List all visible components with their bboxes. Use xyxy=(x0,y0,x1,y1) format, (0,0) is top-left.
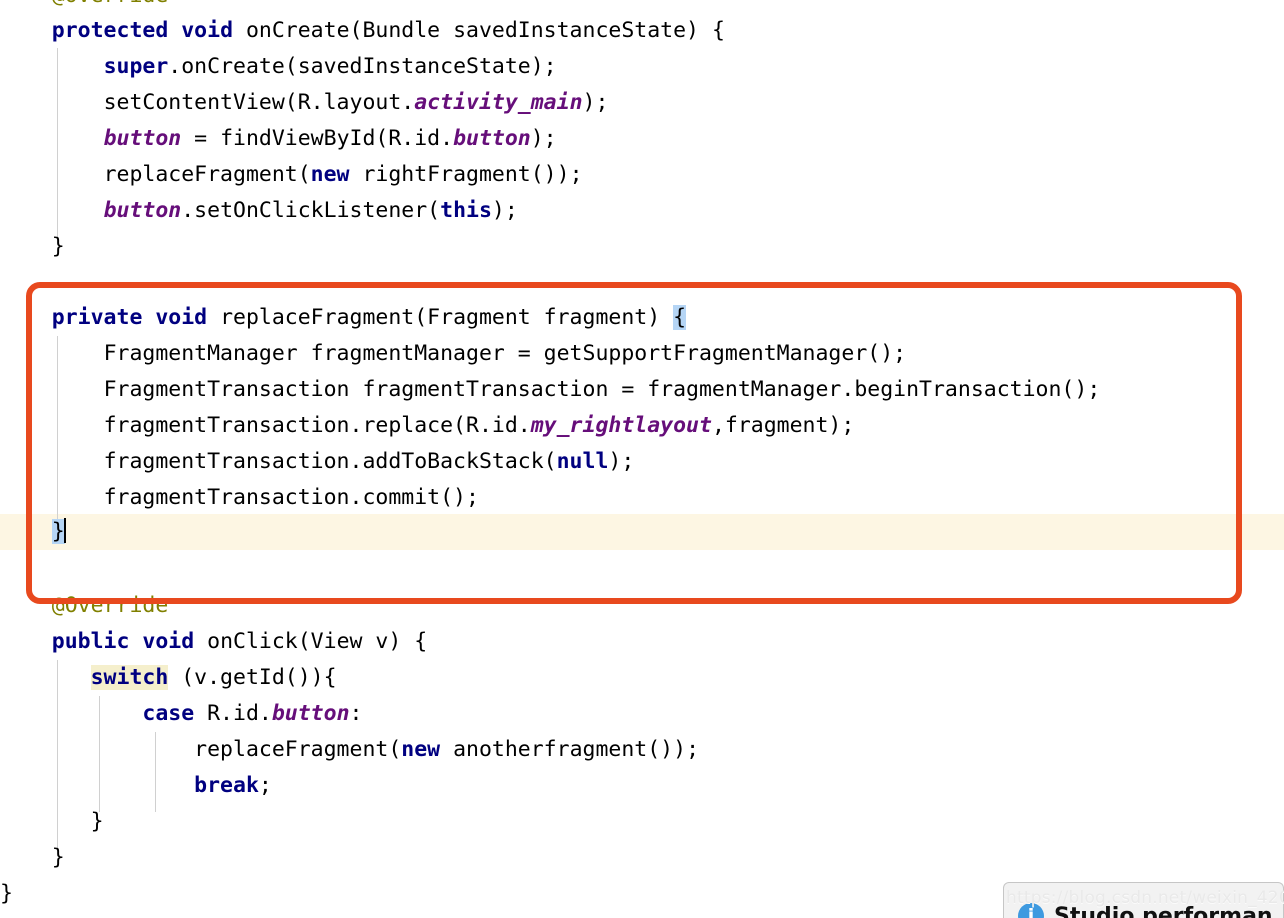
code-line-current[interactable]: } xyxy=(0,514,1284,550)
code-line[interactable]: @Override xyxy=(0,0,1284,14)
static-field-token: my_rightlayout xyxy=(530,413,712,438)
keyword-token: protected xyxy=(51,18,169,43)
code-token: FragmentTransaction fragmentTransaction … xyxy=(103,377,1101,402)
code-line[interactable]: public void onClick(View v) { xyxy=(0,624,1284,660)
keyword-token: new xyxy=(401,737,441,762)
code-line[interactable]: protected void onCreate(Bundle savedInst… xyxy=(0,13,1284,49)
keyword-token: case xyxy=(142,701,195,726)
static-field-token: activity_main xyxy=(414,90,583,115)
keyword-token: null xyxy=(556,449,609,474)
code-line[interactable]: case R.id.button: xyxy=(0,696,1284,732)
keyword-token: this xyxy=(440,198,492,223)
code-line[interactable]: FragmentManager fragmentManager = getSup… xyxy=(0,336,1284,372)
code-token: .setOnClickListener( xyxy=(181,198,441,223)
csdn-watermark: https://blog.csdn.net/weixin_42011443 xyxy=(1006,888,1284,908)
annotation-token: @Override xyxy=(52,0,169,8)
code-token: ); xyxy=(530,126,557,151)
code-token: replaceFragment( xyxy=(103,162,311,187)
code-line[interactable]: replaceFragment(new anotherfragment()); xyxy=(0,732,1284,768)
matching-brace-open: { xyxy=(673,305,687,330)
code-token: onCreate(Bundle savedInstanceState) { xyxy=(233,18,725,43)
code-token: ); xyxy=(608,449,635,474)
field-token: button xyxy=(103,198,182,223)
code-token: R.id. xyxy=(194,701,272,726)
keyword-token: super xyxy=(103,54,169,79)
code-editor-canvas[interactable]: @Override protected void onCreate(Bundle… xyxy=(0,0,1284,918)
keyword-token: void xyxy=(155,305,208,330)
code-token: replaceFragment(Fragment fragment) xyxy=(207,305,674,330)
code-line[interactable]: } xyxy=(0,840,1284,876)
field-token: button xyxy=(103,126,182,151)
static-field-token: button xyxy=(453,126,531,151)
switch-keyword-highlight: switch xyxy=(90,665,169,690)
code-line[interactable]: } xyxy=(0,229,1284,265)
code-line[interactable]: button = findViewById(R.id.button); xyxy=(0,121,1284,157)
code-line[interactable]: setContentView(R.layout.activity_main); xyxy=(0,85,1284,121)
code-token: setContentView(R.layout. xyxy=(103,90,415,115)
code-line[interactable]: fragmentTransaction.replace(R.id.my_righ… xyxy=(0,408,1284,444)
code-token: ; xyxy=(258,773,272,798)
code-token: fragmentTransaction.addToBackStack( xyxy=(103,449,557,474)
code-line[interactable]: replaceFragment(new rightFragment()); xyxy=(0,157,1284,193)
keyword-token: public xyxy=(51,629,130,654)
code-line[interactable]: super.onCreate(savedInstanceState); xyxy=(0,49,1284,85)
code-line[interactable]: fragmentTransaction.addToBackStack(null)… xyxy=(0,444,1284,480)
code-token: replaceFragment( xyxy=(194,737,402,762)
code-token: ); xyxy=(582,90,609,115)
keyword-token: void xyxy=(142,629,195,654)
code-token: rightFragment()); xyxy=(349,162,583,187)
code-token: ,fragment); xyxy=(711,413,855,438)
annotation-token: @Override xyxy=(51,593,169,618)
code-token: .onCreate(savedInstanceState); xyxy=(168,54,557,79)
code-line[interactable]: @Override xyxy=(0,588,1284,624)
code-token: onClick(View v) { xyxy=(194,629,428,654)
code-token: } xyxy=(0,881,13,906)
code-token: = findViewById(R.id. xyxy=(181,126,454,151)
text-caret xyxy=(63,518,66,543)
code-token: anotherfragment()); xyxy=(440,737,700,762)
code-line[interactable]: switch (v.getId()){ xyxy=(0,660,1284,696)
code-line[interactable]: break; xyxy=(0,768,1284,804)
code-line[interactable]: private void replaceFragment(Fragment fr… xyxy=(0,300,1284,336)
code-line[interactable]: fragmentTransaction.commit(); xyxy=(0,480,1284,516)
code-token: (v.getId()){ xyxy=(168,665,337,690)
code-line[interactable]: button.setOnClickListener(this); xyxy=(0,193,1284,229)
code-token: FragmentManager fragmentManager = getSup… xyxy=(103,341,907,366)
code-token: } xyxy=(90,809,104,834)
code-token: } xyxy=(51,234,65,259)
code-token: ); xyxy=(491,198,518,223)
keyword-token: break xyxy=(194,773,259,798)
code-token: : xyxy=(349,701,363,726)
code-token: } xyxy=(51,845,65,870)
keyword-token: void xyxy=(181,18,234,43)
code-line[interactable]: } xyxy=(0,804,1284,840)
static-field-token: button xyxy=(271,701,350,726)
code-token: fragmentTransaction.replace(R.id. xyxy=(103,413,531,438)
code-line[interactable]: FragmentTransaction fragmentTransaction … xyxy=(0,372,1284,408)
keyword-token: private xyxy=(51,305,143,330)
code-token: fragmentTransaction.commit(); xyxy=(103,485,479,510)
keyword-token: new xyxy=(310,162,350,187)
